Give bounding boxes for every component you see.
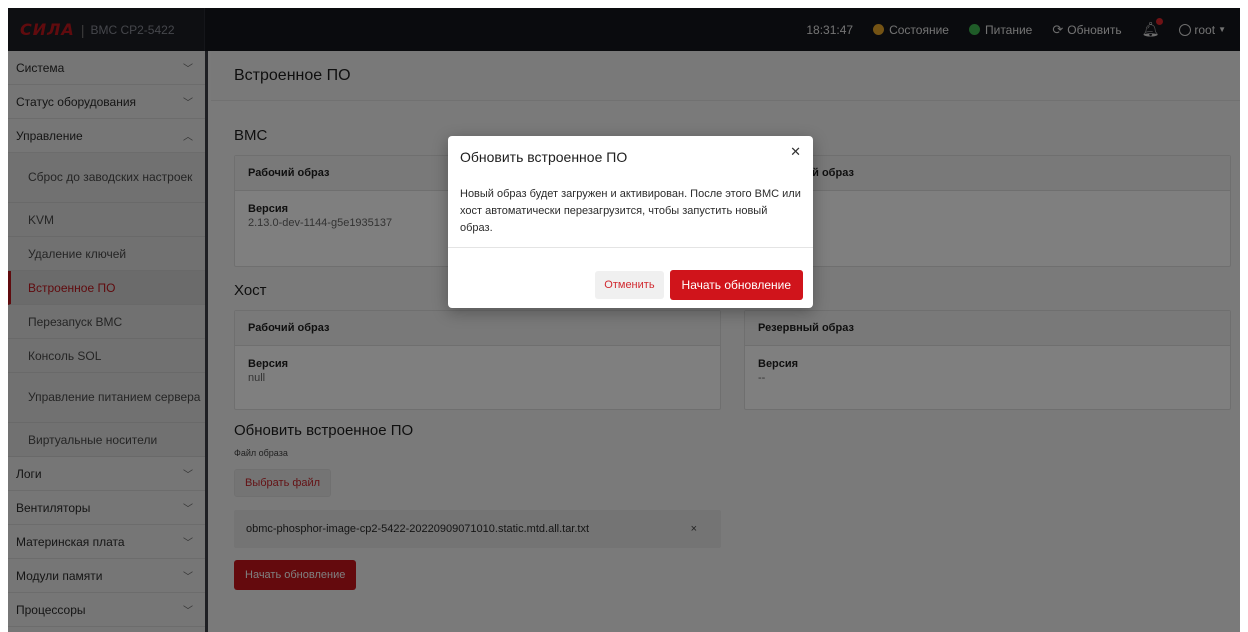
close-icon[interactable]: ✕ [790,144,801,160]
app-window: СИЛА | BMC CP2-5422 18:31:47 Состояние П… [8,8,1240,632]
cancel-button[interactable]: Отменить [595,271,664,299]
update-firmware-dialog: Обновить встроенное ПО ✕ Новый образ буд… [448,136,813,308]
modal-title: Обновить встроенное ПО [460,149,628,165]
modal-message: Новый образ будет загружен и активирован… [448,178,813,248]
modal-backdrop[interactable] [8,8,1240,632]
confirm-update-button[interactable]: Начать обновление [669,270,803,300]
modal-footer: Отменить Начать обновление [448,262,813,308]
